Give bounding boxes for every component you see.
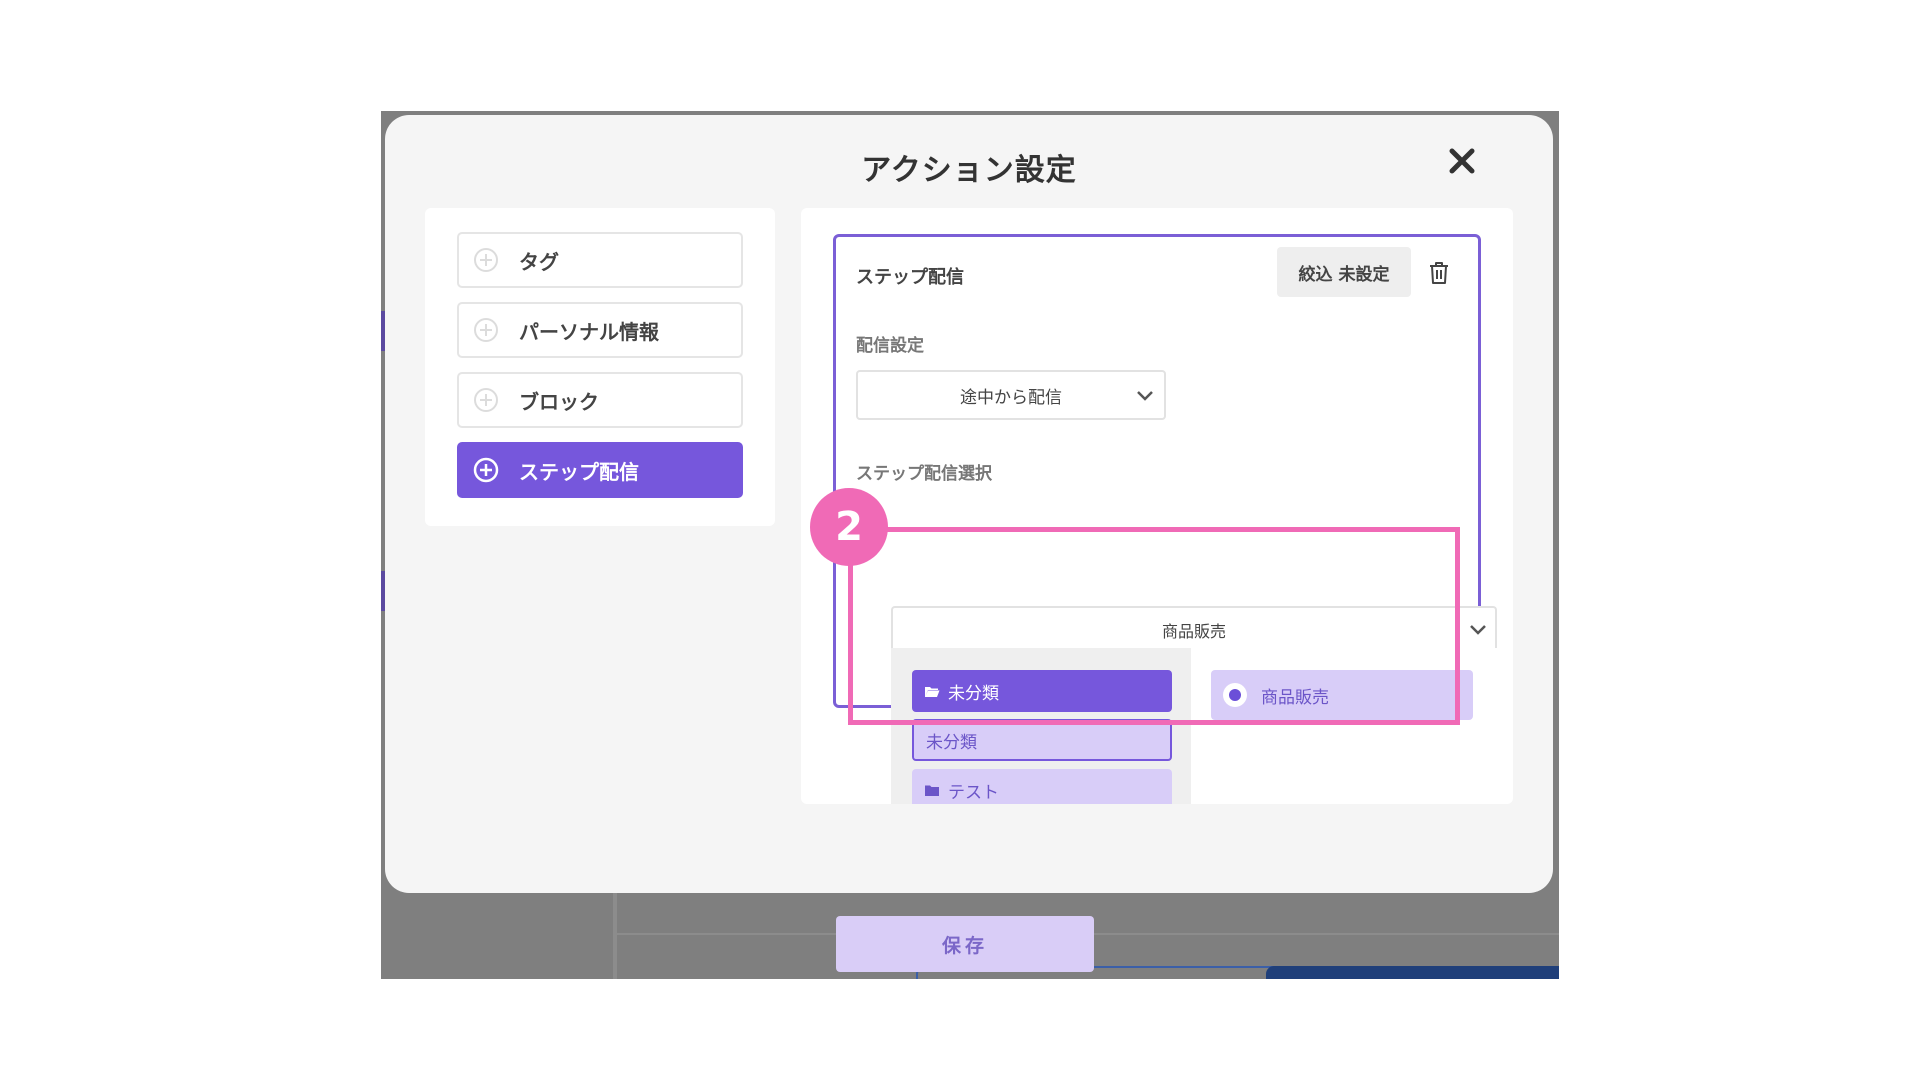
plus-circle-icon bbox=[474, 318, 498, 342]
close-button[interactable] bbox=[1441, 140, 1483, 182]
close-icon bbox=[1449, 148, 1475, 174]
chevron-down-icon bbox=[1470, 625, 1486, 635]
backdrop-button bbox=[1266, 966, 1559, 979]
action-item-label: ステップ配信 bbox=[519, 459, 639, 484]
action-item-step-delivery[interactable]: ステップ配信 bbox=[457, 442, 743, 498]
step-number-badge: 2 bbox=[810, 488, 888, 566]
trash-icon[interactable] bbox=[1428, 261, 1450, 285]
card-title: ステップ配信 bbox=[856, 267, 964, 288]
step-select-label: ステップ配信選択 bbox=[856, 464, 992, 484]
delivery-setting-select[interactable]: 途中から配信 bbox=[856, 370, 1166, 420]
filter-button[interactable]: 絞込 未設定 bbox=[1277, 247, 1411, 297]
delivery-setting-label: 配信設定 bbox=[856, 336, 924, 356]
chevron-down-icon bbox=[1137, 391, 1153, 401]
action-item-personal-info[interactable]: パーソナル情報 bbox=[457, 302, 743, 358]
action-settings-modal: アクション設定 タグ パーソナル情報 ブロック ステップ配信 ステップ配信 絞込… bbox=[385, 115, 1553, 893]
plus-circle-icon bbox=[474, 248, 498, 272]
highlight-box bbox=[848, 527, 1460, 725]
action-item-tag[interactable]: タグ bbox=[457, 232, 743, 288]
modal-title: アクション設定 bbox=[861, 153, 1077, 188]
plus-circle-icon bbox=[474, 388, 498, 412]
folder-item-uncategorized[interactable]: 未分類 bbox=[912, 719, 1172, 761]
action-item-label: ブロック bbox=[519, 389, 599, 414]
folder-label: 未分類 bbox=[926, 732, 977, 753]
action-item-label: タグ bbox=[519, 249, 559, 274]
save-button[interactable]: 保存 bbox=[836, 916, 1094, 972]
folder-label: テスト bbox=[948, 782, 999, 803]
action-item-label: パーソナル情報 bbox=[519, 319, 659, 344]
folder-icon bbox=[925, 785, 939, 796]
backdrop-divider bbox=[613, 891, 617, 979]
delivery-setting-value: 途中から配信 bbox=[960, 387, 1062, 408]
plus-circle-icon bbox=[473, 457, 499, 483]
action-item-block[interactable]: ブロック bbox=[457, 372, 743, 428]
action-type-list: タグ パーソナル情報 ブロック ステップ配信 bbox=[425, 208, 775, 526]
folder-item-test[interactable]: テスト bbox=[912, 769, 1172, 804]
